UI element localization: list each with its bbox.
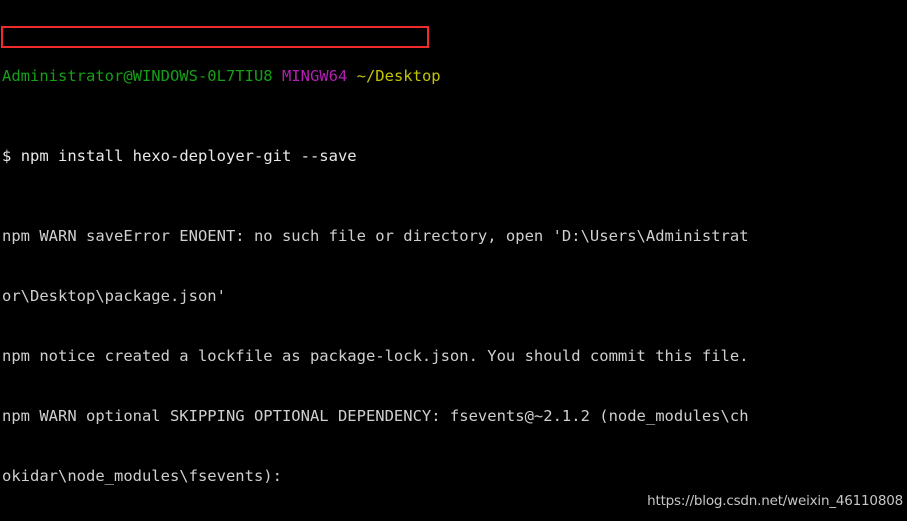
command-text: npm install hexo-deployer-git --save — [20, 147, 357, 165]
prompt-shell: MINGW64 — [281, 67, 348, 85]
output-line: npm notice created a lockfile as package… — [2, 347, 749, 365]
prompt-symbol: $ — [2, 147, 12, 165]
prompt-line: Administrator@WINDOWS-0L7TIU8 MINGW64 ~/… — [2, 66, 907, 86]
watermark-text: https://blog.csdn.net/weixin_46110808 — [647, 493, 903, 509]
output-line: npm WARN optional SKIPPING OPTIONAL DEPE… — [2, 407, 749, 425]
command-line[interactable]: $ npm install hexo-deployer-git --save — [2, 146, 907, 166]
output-line: npm WARN saveError ENOENT: no such file … — [2, 227, 749, 245]
output-line: okidar\node_modules\fsevents): — [2, 467, 282, 485]
terminal-screen[interactable]: Administrator@WINDOWS-0L7TIU8 MINGW64 ~/… — [2, 6, 907, 521]
prompt-path: ~/Desktop — [356, 67, 441, 85]
terminal-window[interactable]: Administrator@WINDOWS-0L7TIU8 MINGW64 ~/… — [0, 0, 907, 521]
output-line: or\Desktop\package.json' — [2, 287, 226, 305]
prompt-user-host: Administrator@WINDOWS-0L7TIU8 — [2, 67, 273, 85]
